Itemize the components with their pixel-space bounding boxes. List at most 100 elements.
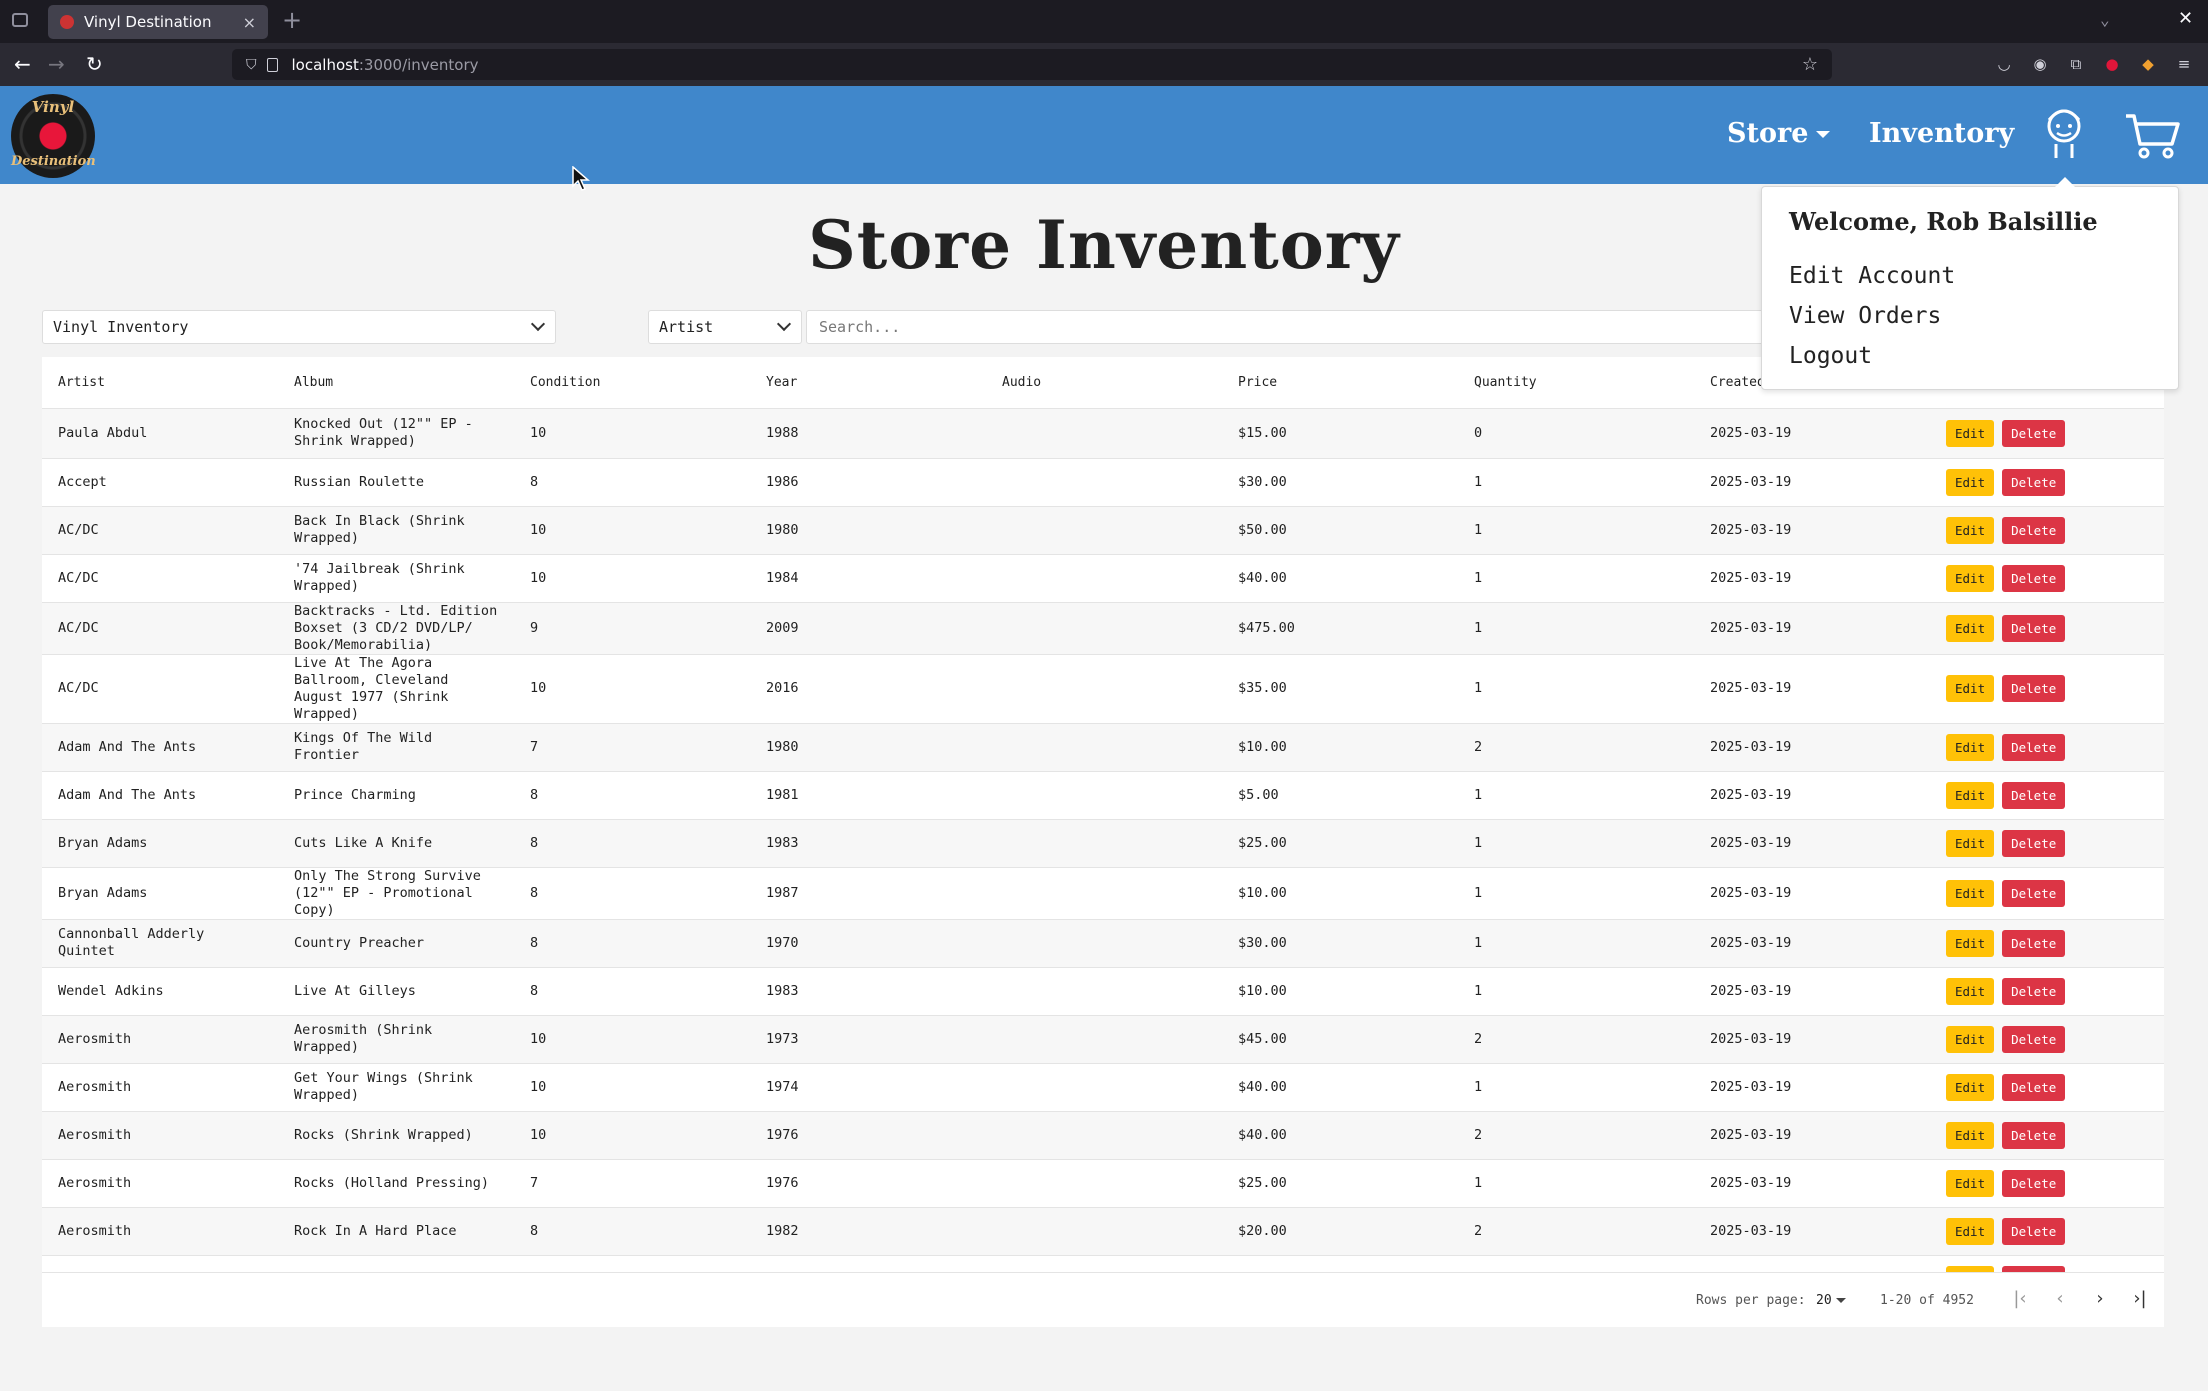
rows-per-page-select[interactable]: 20 [1816, 1293, 1846, 1308]
browser-tab[interactable]: Vinyl Destination × [48, 5, 268, 39]
logout-link[interactable]: Logout [1789, 343, 1872, 369]
cell-price: $15.00 [1222, 408, 1458, 459]
delete-button[interactable]: Delete [2002, 929, 2066, 957]
table-row: AC/DC Back In Black (Shrink Wrapped) 10 198… [42, 506, 2164, 555]
delete-button[interactable]: Delete [2002, 468, 2066, 496]
menu-icon[interactable]: ≡ [2175, 55, 2193, 73]
addon-icon[interactable]: ◆ [2139, 55, 2157, 73]
back-icon[interactable]: ← [14, 52, 31, 76]
store-menu[interactable]: Store [1727, 118, 1831, 149]
logo-text-bottom: Destination [11, 154, 96, 169]
edit-account-link[interactable]: Edit Account [1789, 263, 1955, 289]
edit-button[interactable]: Edit [1946, 879, 1995, 907]
user-icon[interactable] [2044, 106, 2084, 160]
cell-year: 1973 [750, 1015, 986, 1064]
tab-close-icon[interactable]: × [243, 13, 256, 32]
edit-button[interactable]: Edit [1946, 1217, 1995, 1245]
inventory-select[interactable]: Vinyl Inventory [42, 310, 556, 344]
cell-condition: 10 [514, 554, 750, 603]
edit-button[interactable]: Edit [1946, 419, 1995, 447]
delete-button[interactable]: Delete [2002, 1217, 2066, 1245]
column-header[interactable]: Audio [986, 357, 1222, 409]
delete-button[interactable]: Delete [2002, 1169, 2066, 1197]
delete-button[interactable]: Delete [2002, 564, 2066, 592]
edit-button[interactable]: Edit [1946, 929, 1995, 957]
delete-button[interactable]: Delete [2002, 733, 2066, 761]
view-orders-link[interactable]: View Orders [1789, 303, 1941, 329]
search-field-select[interactable]: Artist [648, 310, 802, 344]
prev-page-icon[interactable]: ‹ [2048, 1287, 2072, 1311]
chevron-down-icon[interactable]: ⌄ [2100, 10, 2110, 29]
delete-button[interactable]: Delete [2002, 516, 2066, 544]
table-row: AC/DC '74 Jailbreak (Shrink Wrapped) 10 198… [42, 554, 2164, 603]
edit-button[interactable]: Edit [1946, 516, 1995, 544]
caret-down-icon [1816, 131, 1831, 138]
delete-button[interactable]: Delete [2002, 419, 2066, 447]
delete-button[interactable]: Delete [2002, 879, 2066, 907]
edit-button[interactable]: Edit [1946, 1025, 1995, 1053]
edit-button[interactable]: Edit [1946, 564, 1995, 592]
edit-button[interactable]: Edit [1946, 781, 1995, 809]
cell-audio [986, 1255, 1222, 1272]
table-row: AerosmithRock In A Hard Place71982 $15.00… [42, 1255, 2164, 1272]
cell-quantity: 1 [1458, 967, 1694, 1016]
cell-price: $5.00 [1222, 771, 1458, 820]
delete-button[interactable]: Delete [2002, 614, 2066, 642]
cell-quantity: 1 [1458, 554, 1694, 603]
edit-button[interactable]: Edit [1946, 829, 1995, 857]
edit-button[interactable]: Edit [1946, 675, 1995, 702]
column-header[interactable]: Price [1222, 357, 1458, 409]
store-label: Store [1727, 118, 1809, 149]
extensions-icon[interactable]: ⧉ [2067, 55, 2085, 73]
new-tab-button[interactable]: + [282, 6, 302, 34]
cart-icon[interactable] [2124, 112, 2180, 160]
forward-icon[interactable]: → [48, 52, 65, 76]
edit-button[interactable]: Edit [1946, 1121, 1995, 1149]
window-close-icon[interactable]: ✕ [2178, 8, 2193, 29]
delete-button[interactable]: Delete [2002, 977, 2066, 1005]
edit-button[interactable]: Edit [1946, 977, 1995, 1005]
url-bar[interactable]: ⛉ localhost:3000/inventory ☆ [232, 49, 1832, 80]
edit-button[interactable]: Edit [1946, 1169, 1995, 1197]
column-header[interactable]: Album [278, 357, 514, 409]
pocket-icon[interactable]: ◡ [1995, 55, 2013, 73]
column-header[interactable]: Quantity [1458, 357, 1694, 409]
edit-button[interactable]: Edit [1946, 1073, 1995, 1101]
cell-audio [986, 654, 1222, 724]
shield-icon[interactable]: ⛉ [246, 57, 257, 73]
edit-button[interactable]: Edit [1946, 468, 1995, 496]
table-row: Adam And The Ants Prince Charming 8 1981 $5.… [42, 771, 2164, 820]
cell-year: 1970 [750, 919, 986, 968]
column-header[interactable]: Artist [42, 357, 278, 409]
delete-button[interactable]: Delete [2002, 781, 2066, 809]
bookmark-star-icon[interactable]: ☆ [1802, 54, 1818, 75]
delete-button[interactable]: Delete [2002, 1073, 2066, 1101]
table-row: Aerosmith Aerosmith (Shrink Wrapped) 10 197… [42, 1015, 2164, 1064]
first-page-icon[interactable]: |‹ [2008, 1287, 2032, 1311]
account-icon[interactable]: ◉ [2031, 55, 2049, 73]
delete-button[interactable]: Delete [2002, 1025, 2066, 1053]
reload-icon[interactable]: ↻ [86, 52, 103, 76]
column-header[interactable]: Condition [514, 357, 750, 409]
cell-quantity: 2 [1458, 723, 1694, 772]
ublock-icon[interactable]: ● [2103, 55, 2121, 73]
vinyl-logo[interactable]: Vinyl Destination [11, 94, 96, 178]
tab-list-icon[interactable] [12, 13, 28, 27]
delete-button[interactable]: Delete [2002, 829, 2066, 857]
inventory-link[interactable]: Inventory [1869, 118, 2014, 149]
cell-album: Rocks (Shrink Wrapped) [278, 1111, 514, 1160]
last-page-icon[interactable]: ›| [2128, 1287, 2152, 1311]
next-page-icon[interactable]: › [2088, 1287, 2112, 1311]
cell-year: 1983 [750, 819, 986, 868]
table-scroll-area[interactable]: Artist Album Condition Year Audio Price … [42, 357, 2164, 1272]
cell-condition: 7 [514, 1255, 750, 1272]
cell-quantity: 0 [1458, 408, 1694, 459]
edit-button[interactable]: Edit [1946, 733, 1995, 761]
edit-button[interactable]: Edit [1946, 614, 1995, 642]
delete-button[interactable]: Delete [2002, 675, 2066, 702]
cell-quantity: 1 [1458, 1159, 1694, 1208]
column-header[interactable]: Year [750, 357, 986, 409]
cell-condition: 8 [514, 867, 750, 920]
delete-button[interactable]: Delete [2002, 1121, 2066, 1149]
cell-quantity: 1 [1458, 819, 1694, 868]
